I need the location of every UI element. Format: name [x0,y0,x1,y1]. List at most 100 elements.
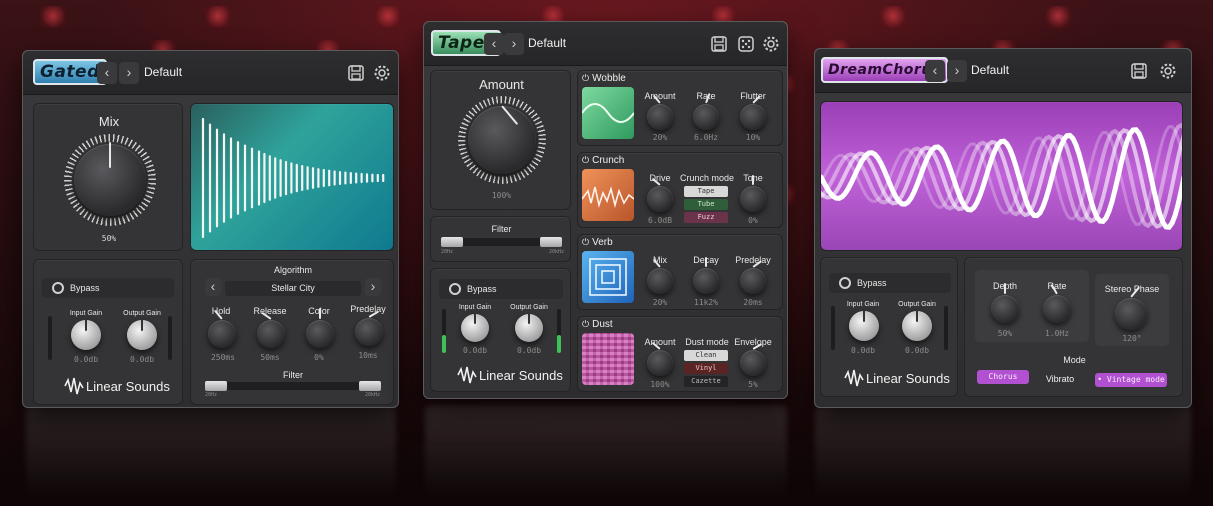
taper-filter-label: Filter [491,224,512,234]
taper-verb-mix-value: 20% [652,298,668,307]
taper-wobble-title[interactable]: ⏻ Wobble [582,73,626,84]
gated-next-preset-button[interactable]: › [119,62,139,84]
gated-algorithm-prev-button[interactable]: ‹ [205,278,221,296]
taper-wobble-amount-value: 20% [652,133,668,142]
chevron-right-icon: › [511,35,517,51]
linear-sounds-logo-icon [64,377,84,395]
taper-dust-mode-clean[interactable]: Clean [684,350,728,361]
gated-settings-button[interactable] [371,62,393,84]
taper-crunch-drive-knob[interactable] [647,177,673,212]
taper-dust-mode-vinyl[interactable]: Vinyl [684,363,728,374]
dreamchorus-depth-knob[interactable] [991,283,1019,323]
taper-next-preset-button[interactable]: › [504,33,524,55]
taper-verb-mix-knob[interactable] [647,258,673,294]
dreamchorus-output-gain-knob[interactable] [902,310,932,341]
taper-wobble-visual [582,87,634,139]
taper-topbar: Taper ‹ › Default [424,22,787,66]
gated-reflection [26,405,396,500]
gated-preset-name[interactable]: Default [144,65,182,79]
taper-dust-envelope-value: 5% [748,380,758,389]
dreamchorus-mode-vibrato[interactable]: Vibrato [1035,372,1085,386]
dreamchorus-prev-preset-button[interactable]: ‹ [925,60,945,82]
taper-wobble-flutter-knob[interactable] [740,95,766,130]
taper-crunch-mode-tube[interactable]: Tube [684,199,728,210]
dreamchorus-preset-name[interactable]: Default [971,63,1009,77]
taper-amount-knob[interactable] [468,105,536,174]
taper-dust-mode-cazette[interactable]: Cazette [684,376,728,387]
taper-filter-high-handle[interactable] [540,237,562,247]
gated-release-knob[interactable] [257,311,285,348]
dreamchorus-bypass-toggle[interactable]: Bypass [829,273,951,293]
taper-dust-title[interactable]: ⏻ Dust [582,319,613,330]
taper-verb-predelay-value: 20ms [743,298,763,307]
taper-dust-amount-value: 100% [650,380,670,389]
taper-verb-predelay-knob[interactable] [740,260,766,294]
taper-bypass-toggle[interactable]: Bypass [439,279,563,299]
gated-hold-knob[interactable] [208,309,236,348]
gated-predelay-knob[interactable] [355,310,383,346]
dreamchorus-input-gain-knob[interactable] [849,310,879,341]
dreamchorus-rate-value: 1.0Hz [1044,329,1070,338]
gated-filter-high-handle[interactable] [359,381,381,391]
taper-verb-title[interactable]: ⏻ Verb [582,237,613,248]
gated-output-meter [168,316,172,360]
dreamchorus-settings-button[interactable] [1157,60,1179,82]
taper-prev-preset-button[interactable]: ‹ [484,33,504,55]
gear-icon [1160,63,1176,79]
gated-input-gain-knob[interactable] [71,319,101,350]
gated-filter-low-handle[interactable] [205,381,227,391]
taper-verb-decay-knob[interactable] [693,257,719,294]
gated-output-gain-knob[interactable] [127,319,157,350]
chevron-left-icon: ‹ [932,62,938,78]
dreamchorus-wave [821,122,1182,230]
dreamchorus-brand: Linear Sounds [844,369,950,387]
taper-wobble-amount-knob[interactable] [647,94,673,130]
dreamchorus-vintage-mode-toggle[interactable]: • Vintage mode [1095,373,1167,387]
taper-dust-envelope-label: Envelope [734,337,772,347]
gated-hold-label: Hold [211,306,231,316]
dreamchorus-mode-label: Mode [1063,355,1086,365]
taper-crunch-title[interactable]: ⏻ Crunch [582,155,624,166]
gated-save-button[interactable] [345,62,367,84]
gated-mix-knob[interactable] [74,142,146,216]
taper-crunch-mode-fuzz[interactable]: Fuzz [684,212,728,223]
background-tile [40,6,66,28]
dreamchorus-next-preset-button[interactable]: › [947,60,967,82]
taper-crunch-tone-knob[interactable] [740,175,766,212]
dreamchorus-mode-chorus[interactable]: Chorus [977,370,1029,384]
taper-verb-visual [582,251,634,303]
gated-prev-preset-button[interactable]: ‹ [97,62,117,84]
dreamchorus-plugin: DreamChorus ‹ › Default Bypass Input Gai… [814,48,1192,408]
gated-filter-slider[interactable] [205,381,381,391]
taper-input-gain-label: Input Gain [458,304,492,311]
dreamchorus-save-button[interactable] [1128,60,1150,82]
taper-settings-button[interactable] [760,33,782,55]
taper-output-gain-knob[interactable] [515,313,543,342]
taper-crunch-drive-label: Drive [649,173,671,183]
taper-filter-low-handle[interactable] [441,237,463,247]
gated-bypass-toggle[interactable]: Bypass [42,278,174,298]
taper-dust-amount-knob[interactable] [647,341,673,376]
dreamchorus-output-gain-label: Output Gain [898,301,936,308]
gated-algorithm-select[interactable]: Stellar City [225,281,361,296]
gated-color-knob[interactable] [306,308,334,348]
dreamchorus-rate-knob[interactable] [1043,283,1071,323]
linear-sounds-logo-icon [457,366,477,384]
gated-plugin: Gated ‹ › Default Mix 50% Bypass Input G… [22,50,399,408]
taper-preset-name[interactable]: Default [528,36,566,50]
taper-bypass-label: Bypass [467,284,497,294]
taper-randomize-button[interactable] [735,33,757,55]
gated-release-label: Release [253,306,287,316]
background-tile [880,6,906,28]
taper-verb-decay-value: 11k2% [693,298,719,307]
gated-output-gain-value: 0.0db [129,355,155,364]
taper-input-gain-knob[interactable] [461,313,489,342]
dreamchorus-stereo-phase-knob[interactable] [1115,286,1147,330]
taper-crunch-mode-tape[interactable]: Tape [684,186,728,197]
taper-wobble-rate-knob[interactable] [693,93,719,130]
taper-dust-amount-label: Amount [644,337,676,347]
gated-algorithm-next-button[interactable]: › [365,278,381,296]
taper-save-button[interactable] [708,33,730,55]
taper-dust-envelope-knob[interactable] [740,343,766,376]
taper-filter-slider[interactable] [441,237,562,247]
